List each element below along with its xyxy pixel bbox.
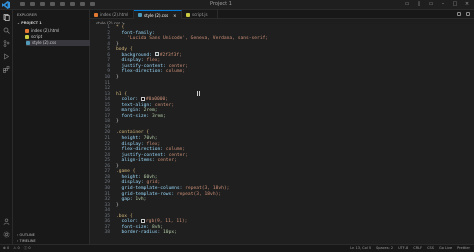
outline-label: OUTLINE (19, 233, 35, 237)
menu-item[interactable] (30, 2, 35, 6)
layout-icon[interactable]: ▭ (428, 2, 434, 7)
color-swatch[interactable] (154, 52, 159, 57)
tab-label: index (2).html (100, 12, 129, 17)
menu-item[interactable] (90, 2, 95, 6)
menu-item[interactable] (40, 2, 45, 6)
status-item[interactable]: UTF-8 (398, 246, 408, 250)
tab-index-html[interactable]: index (2).html (90, 10, 134, 19)
menu-item[interactable] (70, 2, 75, 6)
status-item[interactable]: CSS (427, 246, 434, 250)
vscode-logo-icon (2, 1, 10, 9)
status-item[interactable]: CRLF (413, 246, 422, 250)
menu-item[interactable] (20, 2, 25, 6)
layout-icon[interactable]: ▯ (416, 2, 422, 7)
html-file-icon (94, 12, 98, 17)
window-controls: ▭ ▯ ▭ – □ × (404, 2, 470, 7)
minimize-icon[interactable]: – (440, 2, 446, 7)
status-item[interactable]: Spaces: 2 (376, 246, 393, 250)
explorer-icon[interactable] (3, 14, 10, 21)
status-item[interactable]: ⚠ 0 (13, 246, 19, 251)
code-editor[interactable]: 1 * {2 font-family: 3 'Lucida Sans Unicod… (90, 24, 474, 244)
timeline-section[interactable]: › TIMELINE (17, 239, 36, 243)
close-icon[interactable]: × (464, 2, 470, 7)
status-item[interactable]: Ln 13, Col 5 (350, 246, 371, 250)
css-file-icon (26, 41, 30, 45)
title-bar: Project 1 ▭ ▯ ▭ – □ × (0, 0, 474, 10)
activity-bar (0, 10, 13, 244)
js-file-icon (25, 35, 29, 39)
code-line[interactable]: 38 border-radius: 10px; (90, 229, 474, 236)
status-left: ⊗ 0 ⚠ 0 ⓘ 0 (3, 246, 31, 251)
code-token: border-radius: (116, 230, 164, 236)
more-actions-icon[interactable] (466, 12, 470, 16)
close-icon[interactable]: × (173, 11, 176, 20)
tab-label: style (2).css (144, 12, 169, 18)
js-file-icon (186, 12, 190, 17)
color-swatch[interactable] (140, 218, 145, 223)
text-cursor-icon (197, 91, 200, 96)
status-item[interactable]: Go Live (439, 246, 452, 250)
explorer-sidebar: EXPLORER ⌄ PROJECT 1 index (2).html scri… (13, 10, 91, 244)
tab-label: script.js (192, 12, 208, 17)
editor-actions (457, 12, 470, 16)
timeline-label: TIMELINE (19, 239, 36, 243)
status-bar: ⊗ 0 ⚠ 0 ⓘ 0 Ln 13, Col 5 Spaces: 2 UTF-8 CRLF… (0, 244, 474, 252)
maximize-icon[interactable]: □ (452, 2, 458, 7)
tab-script-js[interactable]: script.js (182, 10, 218, 19)
status-item[interactable]: ⓘ 0 (24, 246, 31, 251)
line-number: 38 (104, 230, 110, 236)
css-file-icon (138, 13, 142, 17)
status-right: Ln 13, Col 5 Spaces: 2 UTF-8 CRLF CSS Go Live… (350, 246, 470, 250)
menu-bar (20, 2, 95, 6)
search-icon[interactable] (3, 27, 10, 34)
window-title: Project 1 (210, 1, 232, 7)
menu-item[interactable] (60, 2, 65, 6)
editor-tabs: index (2).html style (2).css × script.js (90, 10, 474, 19)
code-text: border-radius: 10px; (116, 229, 177, 236)
run-debug-icon[interactable] (3, 53, 10, 60)
file-item-style-css[interactable]: style (2).css (26, 40, 91, 46)
html-file-icon (25, 29, 29, 33)
code-token: 10px; (163, 230, 177, 236)
tab-style-css[interactable]: style (2).css × (134, 10, 182, 19)
split-editor-icon[interactable] (457, 12, 461, 16)
color-swatch[interactable] (140, 96, 145, 101)
file-label: style (2).css (32, 40, 57, 45)
source-control-icon[interactable] (3, 40, 10, 47)
project-label: PROJECT 1 (21, 21, 42, 25)
status-item[interactable]: ⊗ 0 (3, 246, 9, 251)
settings-gear-icon[interactable] (3, 231, 10, 238)
outline-section[interactable]: › OUTLINE (17, 233, 35, 237)
extensions-icon[interactable] (3, 66, 10, 73)
status-item[interactable]: Prettier (457, 246, 470, 250)
sidebar-header: EXPLORER (17, 13, 37, 17)
project-folder[interactable]: ⌄ PROJECT 1 (17, 21, 42, 25)
menu-item[interactable] (80, 2, 85, 6)
menu-item[interactable] (50, 2, 55, 6)
layout-icon[interactable]: ▭ (404, 2, 410, 7)
account-icon[interactable] (3, 218, 10, 225)
